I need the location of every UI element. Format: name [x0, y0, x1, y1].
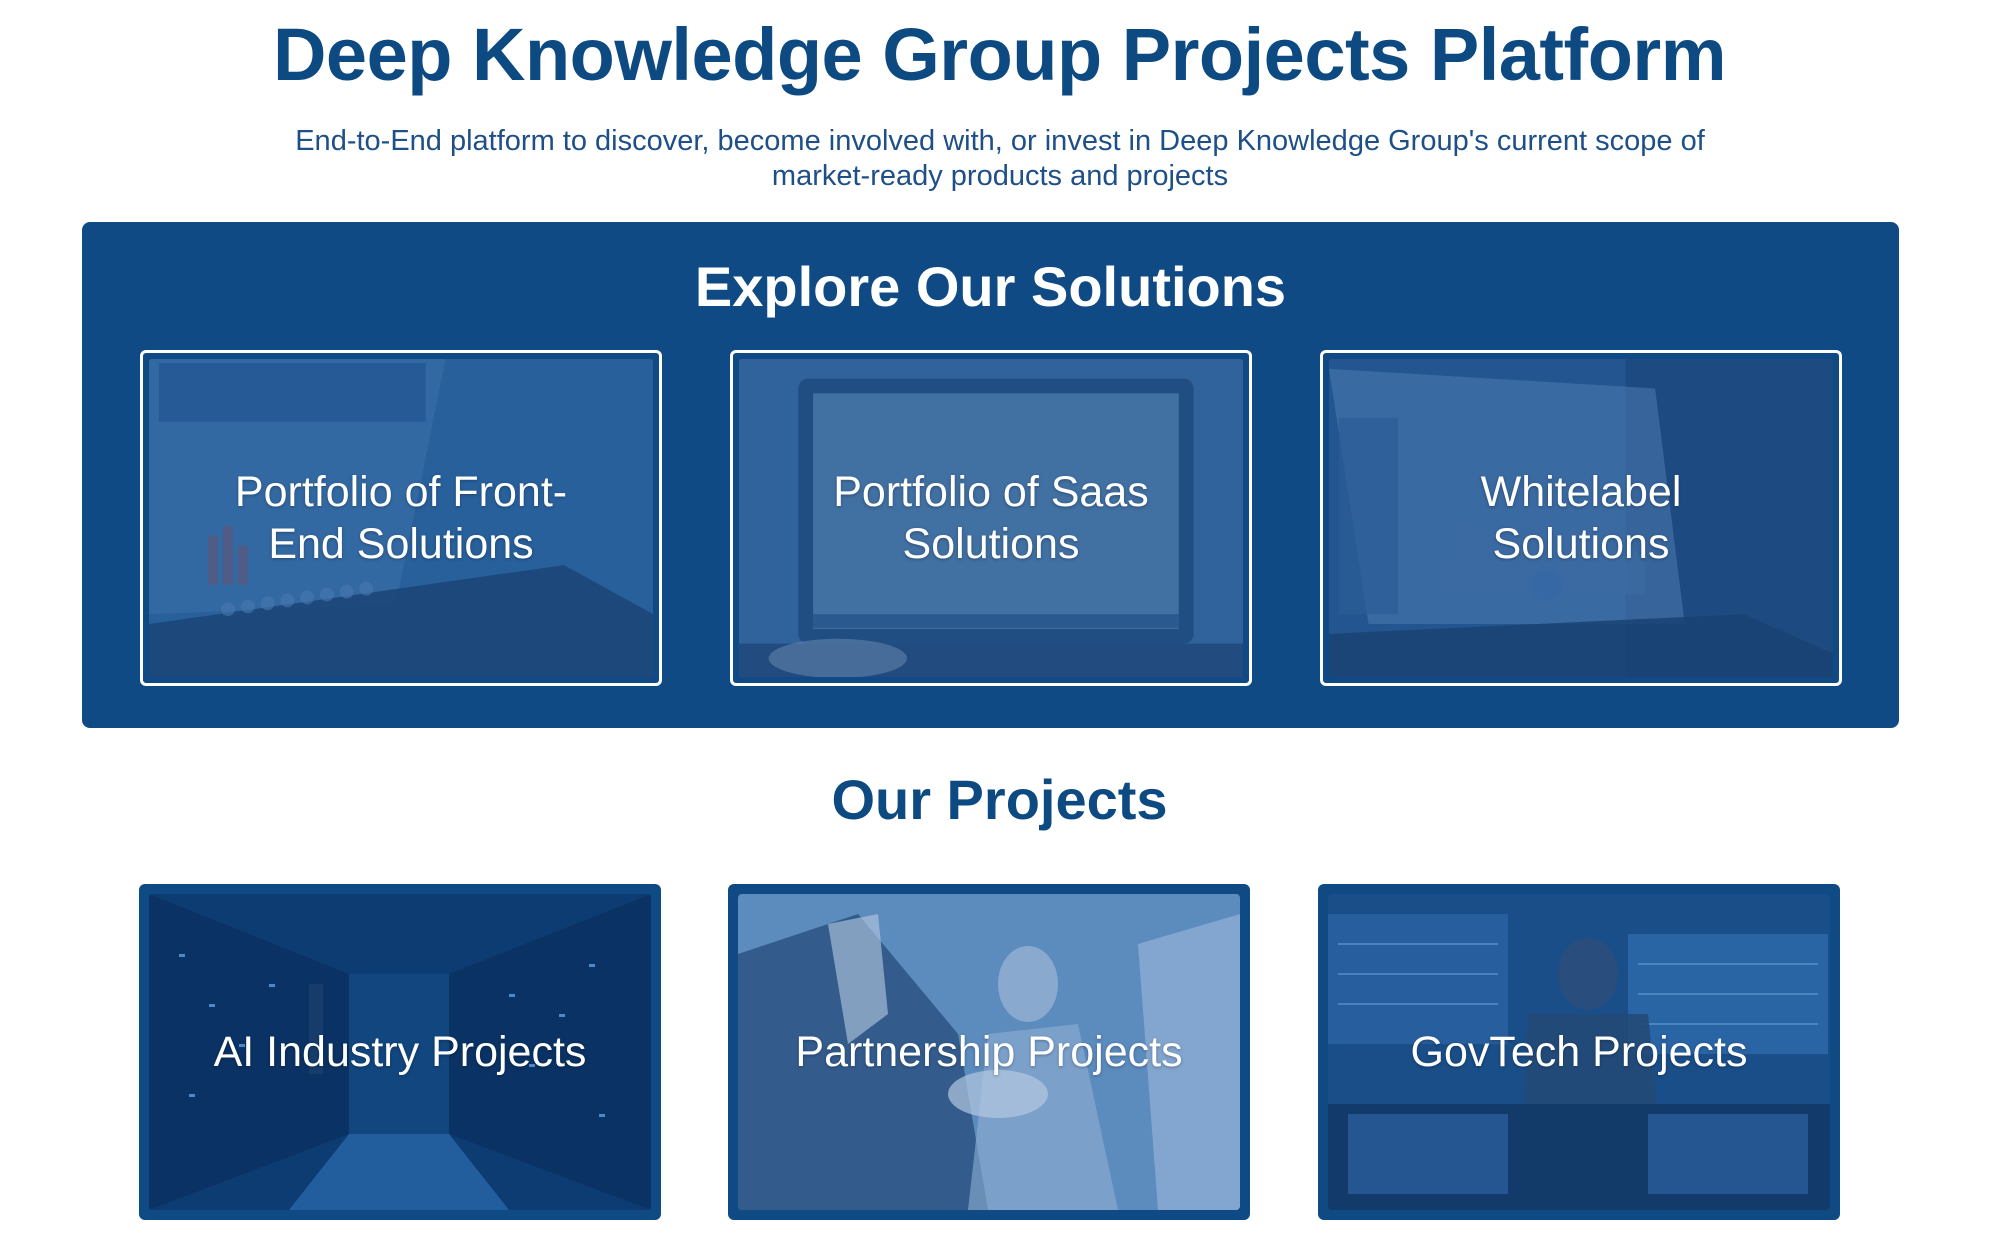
projects-title: Our Projects [831, 768, 1168, 831]
project-card-label: Partnership Projects [795, 1028, 1183, 1076]
page-title: Deep Knowledge Group Projects Platform [272, 13, 1727, 96]
solution-card-front-end[interactable]: Portfolio of Front-End Solutions [140, 350, 662, 686]
solution-card-label: Whitelabel Solutions [1480, 468, 1682, 568]
page: Deep Knowledge Group Projects Platform E… [0, 0, 1999, 1240]
project-card-ai-industry[interactable]: AI Industry Projects [139, 884, 661, 1220]
project-card-label: GovTech Projects [1410, 1028, 1748, 1076]
solutions-title: Explore Our Solutions [694, 255, 1287, 318]
project-card-partnership[interactable]: Partnership Projects [728, 884, 1250, 1220]
solution-card-label: Portfolio of Saas Solutions [833, 468, 1149, 568]
solution-card-label: Portfolio of Front-End Solutions [234, 468, 568, 568]
project-card-label: AI Industry Projects [213, 1028, 587, 1076]
solutions-panel: Explore Our Solutions Portfolio of Front… [82, 222, 1899, 728]
project-card-govtech[interactable]: GovTech Projects [1318, 884, 1840, 1220]
solution-card-saas[interactable]: Portfolio of Saas Solutions [730, 350, 1252, 686]
solution-card-whitelabel[interactable]: Whitelabel Solutions [1320, 350, 1842, 686]
page-subtitle: End-to-End platform to discover, become … [295, 125, 1705, 192]
